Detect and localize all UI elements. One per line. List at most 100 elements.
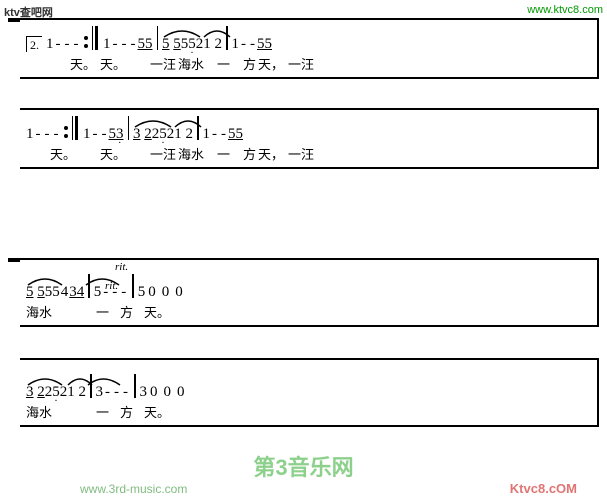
thick-bar — [75, 116, 78, 140]
dot — [64, 126, 68, 130]
note: 5 — [109, 127, 117, 142]
dot — [64, 134, 68, 138]
note: 2 — [60, 385, 68, 400]
lyric: 方 — [120, 302, 144, 321]
dash: - — [54, 127, 59, 142]
note: 0 — [162, 285, 170, 300]
lyric: 天。 — [50, 144, 100, 163]
section2-bracket — [8, 258, 20, 262]
dash: - — [212, 127, 217, 142]
volta-2: 2. — [26, 36, 42, 52]
dot — [84, 44, 88, 48]
tie-arc — [162, 29, 181, 39]
note: 0 — [148, 285, 156, 300]
dash: - — [93, 127, 98, 142]
lyric: 一 — [96, 402, 120, 421]
note: 5 — [138, 285, 146, 300]
page: ktv查吧网 www.ktvc8.com 第3音乐网 www.3rd-music… — [0, 0, 607, 502]
lyric: 天。 — [144, 402, 184, 421]
staff1-bottom: 1 - - - 1 - - 5 3. — [20, 108, 599, 169]
note: 1 — [203, 127, 211, 142]
bar-line — [157, 26, 159, 50]
section1-bracket — [8, 18, 20, 22]
note: 5 — [257, 37, 265, 52]
staff2-bottom-lyrics: 海水 一 方 天。 — [20, 400, 597, 425]
note: 0 — [150, 385, 158, 400]
tie-group: 3 2 — [133, 127, 152, 142]
watermark-bottom-center: 第3音乐网 — [253, 450, 353, 482]
lyric: 海水 一 方 — [178, 144, 258, 163]
dash: - — [102, 127, 107, 142]
lyric: 一汪 — [288, 54, 314, 73]
note: 1 — [103, 37, 111, 52]
tie-group2: 1 2 — [174, 127, 193, 142]
staff2-top: rit. 5 5 5 5 4 3 4 — [20, 258, 599, 327]
dash: - — [241, 37, 246, 52]
note: 5 — [265, 37, 273, 52]
dash: - — [45, 127, 50, 142]
note: 5 — [236, 127, 244, 142]
dash: - — [123, 385, 128, 400]
bar-line — [132, 274, 134, 298]
watermark-bottom-right: Ktvc8.cOM — [510, 481, 577, 496]
staff2-top-lyrics: 海水 一 方 天。 — [20, 300, 597, 325]
dash: - — [65, 37, 70, 52]
note: 3 — [140, 385, 148, 400]
tie-group: 5 5 — [26, 285, 45, 300]
note: 4 — [77, 285, 85, 300]
staff1-bottom-lyrics: 天。 天。 一汪 海水 一 方 天， 一汪 — [20, 142, 597, 167]
lyric: 一汪 — [288, 144, 314, 163]
dash: - — [74, 37, 79, 52]
lyric: 天， — [258, 144, 288, 163]
thin-bar — [72, 116, 74, 140]
dash: - — [105, 385, 110, 400]
lyric: 天。 — [144, 302, 184, 321]
staff2-bottom-notation: 3 2 2 5. 2 1 2 — [20, 360, 597, 400]
dash: - — [250, 37, 255, 52]
thin-bar — [92, 26, 94, 50]
note: 2 — [196, 37, 204, 52]
note: 4 — [61, 285, 69, 300]
thick-bar — [95, 26, 98, 50]
note: 3 — [69, 285, 77, 300]
dot — [84, 36, 88, 40]
lyric: 海水 一 方 — [178, 54, 258, 73]
note-dotted: 5. — [52, 385, 60, 400]
note: 1 — [83, 127, 91, 142]
rit-marking: rit. — [115, 262, 128, 273]
lyric: 海水 — [26, 402, 96, 421]
dash: - — [113, 37, 118, 52]
note: 0 — [177, 385, 185, 400]
staff1-top-lyrics: 天。 天。 一汪 海水 一 方 天， 一汪 — [20, 52, 597, 77]
staff1-bottom-notation: 1 - - - 1 - - 5 3. — [20, 110, 597, 142]
tie-group2: 1 2 — [67, 385, 86, 400]
lyric: 天， — [258, 54, 288, 73]
lyric: 一汪 — [150, 54, 178, 73]
lyric: 一 — [96, 302, 120, 321]
lyric: 天。 — [100, 144, 150, 163]
tie-arc — [133, 119, 173, 129]
tie-end-group: 5 — [94, 285, 102, 300]
note: 2 — [45, 385, 53, 400]
watermark-top-right: www.ktvc8.com — [527, 4, 603, 16]
tie-group: 3 2 — [26, 385, 45, 400]
bar-line — [197, 116, 199, 140]
note-group: 5 — [145, 37, 153, 52]
note: 2 — [167, 127, 175, 142]
dash: - — [114, 385, 119, 400]
note: 5 — [52, 285, 60, 300]
note: 1 — [26, 127, 34, 142]
tie-end-group: 3 — [96, 385, 104, 400]
note-dotted: 5. — [188, 37, 196, 52]
dash: - — [56, 37, 61, 52]
note-dotbelow: 3. — [116, 127, 124, 142]
lyric: 方 — [120, 402, 144, 421]
note: 5 — [228, 127, 236, 142]
note: 0 — [164, 385, 172, 400]
note-group: 5 — [138, 37, 146, 52]
tie-arc — [26, 277, 64, 287]
dash: - — [121, 285, 126, 300]
dash: - — [221, 127, 226, 142]
staff1-top: 2. 1 - - - 1 - - - 5 5 — [20, 18, 599, 79]
dash: - — [122, 37, 127, 52]
